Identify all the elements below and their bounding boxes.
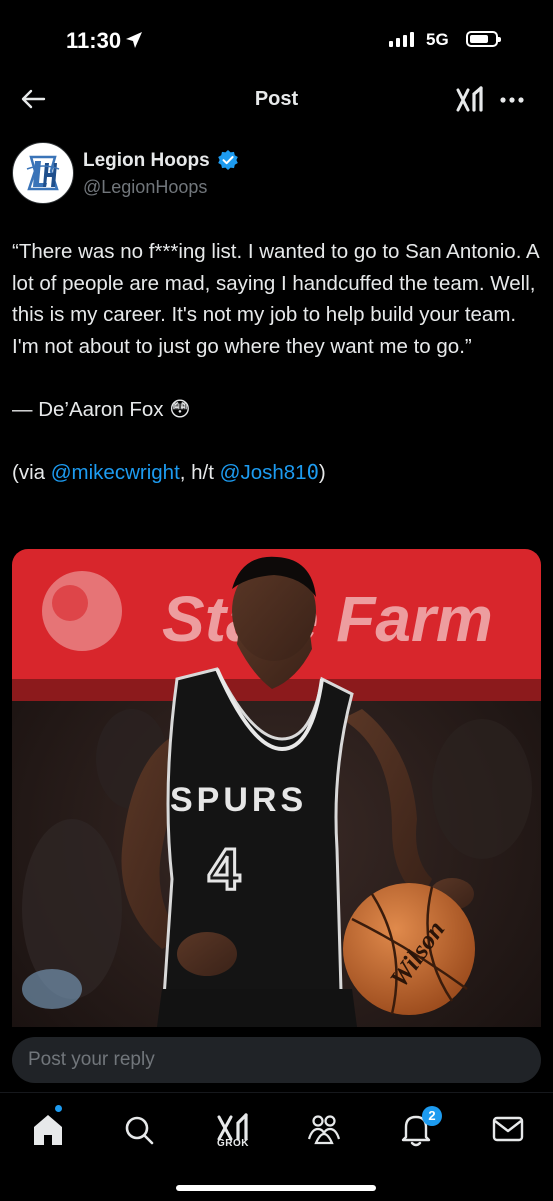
post-attribution-line: — De’Aaron Fox 😳: [12, 394, 544, 426]
home-indicator: [176, 1185, 376, 1191]
post-photo: State Farm SPURS 4 Wilson: [12, 549, 541, 1027]
reply-composer[interactable]: Post your reply: [12, 1037, 541, 1083]
jersey-number-text: 4: [208, 837, 240, 902]
messages-envelope-icon[interactable]: [488, 1107, 528, 1151]
nav-header: Post: [0, 70, 553, 126]
post-quote: “There was no f***ing list. I wanted to …: [12, 240, 539, 358]
post-image[interactable]: State Farm SPURS 4 Wilson: [12, 549, 541, 1027]
mention-link-josh810[interactable]: @Josh810: [219, 459, 319, 484]
mention-link-josh810-zero: 0: [306, 459, 319, 484]
author-name[interactable]: Legion Hoops: [83, 150, 210, 172]
post-author[interactable]: Legion Hoops @LegionHoops: [12, 142, 542, 206]
notifications-badge: 2: [422, 1106, 442, 1126]
author-handle[interactable]: @LegionHoops: [83, 177, 207, 198]
via-suffix: ): [318, 460, 326, 484]
location-arrow-icon: [126, 32, 142, 48]
legion-hoops-logo-icon: [15, 145, 71, 201]
cellular-signal-icon: [389, 32, 414, 47]
communities-icon[interactable]: [304, 1107, 344, 1151]
grok-icon[interactable]: [454, 84, 486, 116]
mention-link-mikecwright[interactable]: @mikecwright: [51, 461, 180, 484]
battery-icon: [466, 31, 501, 47]
via-mid: , h/t: [179, 460, 220, 484]
post-body: “There was no f***ing list. I wanted to …: [12, 236, 544, 488]
status-time: 11:30: [66, 28, 122, 53]
mention-link-josh810-text: @Josh81: [219, 460, 307, 484]
more-options-icon[interactable]: [498, 92, 528, 108]
grok-tab-label: GROK: [217, 1138, 249, 1149]
home-unread-dot: [55, 1105, 62, 1112]
post-attribution: — De’Aaron Fox: [12, 397, 164, 421]
jersey-team-text: SPURS: [170, 781, 307, 819]
banner-text: State Farm: [162, 583, 493, 655]
post-via-line: (via @mikecwright, h/t @Josh810): [12, 457, 544, 489]
avatar[interactable]: [12, 142, 74, 204]
verified-badge-icon: [218, 150, 238, 170]
reply-input[interactable]: Post your reply: [28, 1049, 155, 1071]
network-type: 5G: [426, 30, 449, 49]
status-bar: 11:30 5G: [0, 0, 553, 80]
via-prefix: (via: [12, 460, 51, 484]
search-icon[interactable]: [119, 1107, 159, 1151]
flushed-face-emoji: 😳: [169, 397, 191, 421]
home-icon[interactable]: [28, 1107, 68, 1151]
